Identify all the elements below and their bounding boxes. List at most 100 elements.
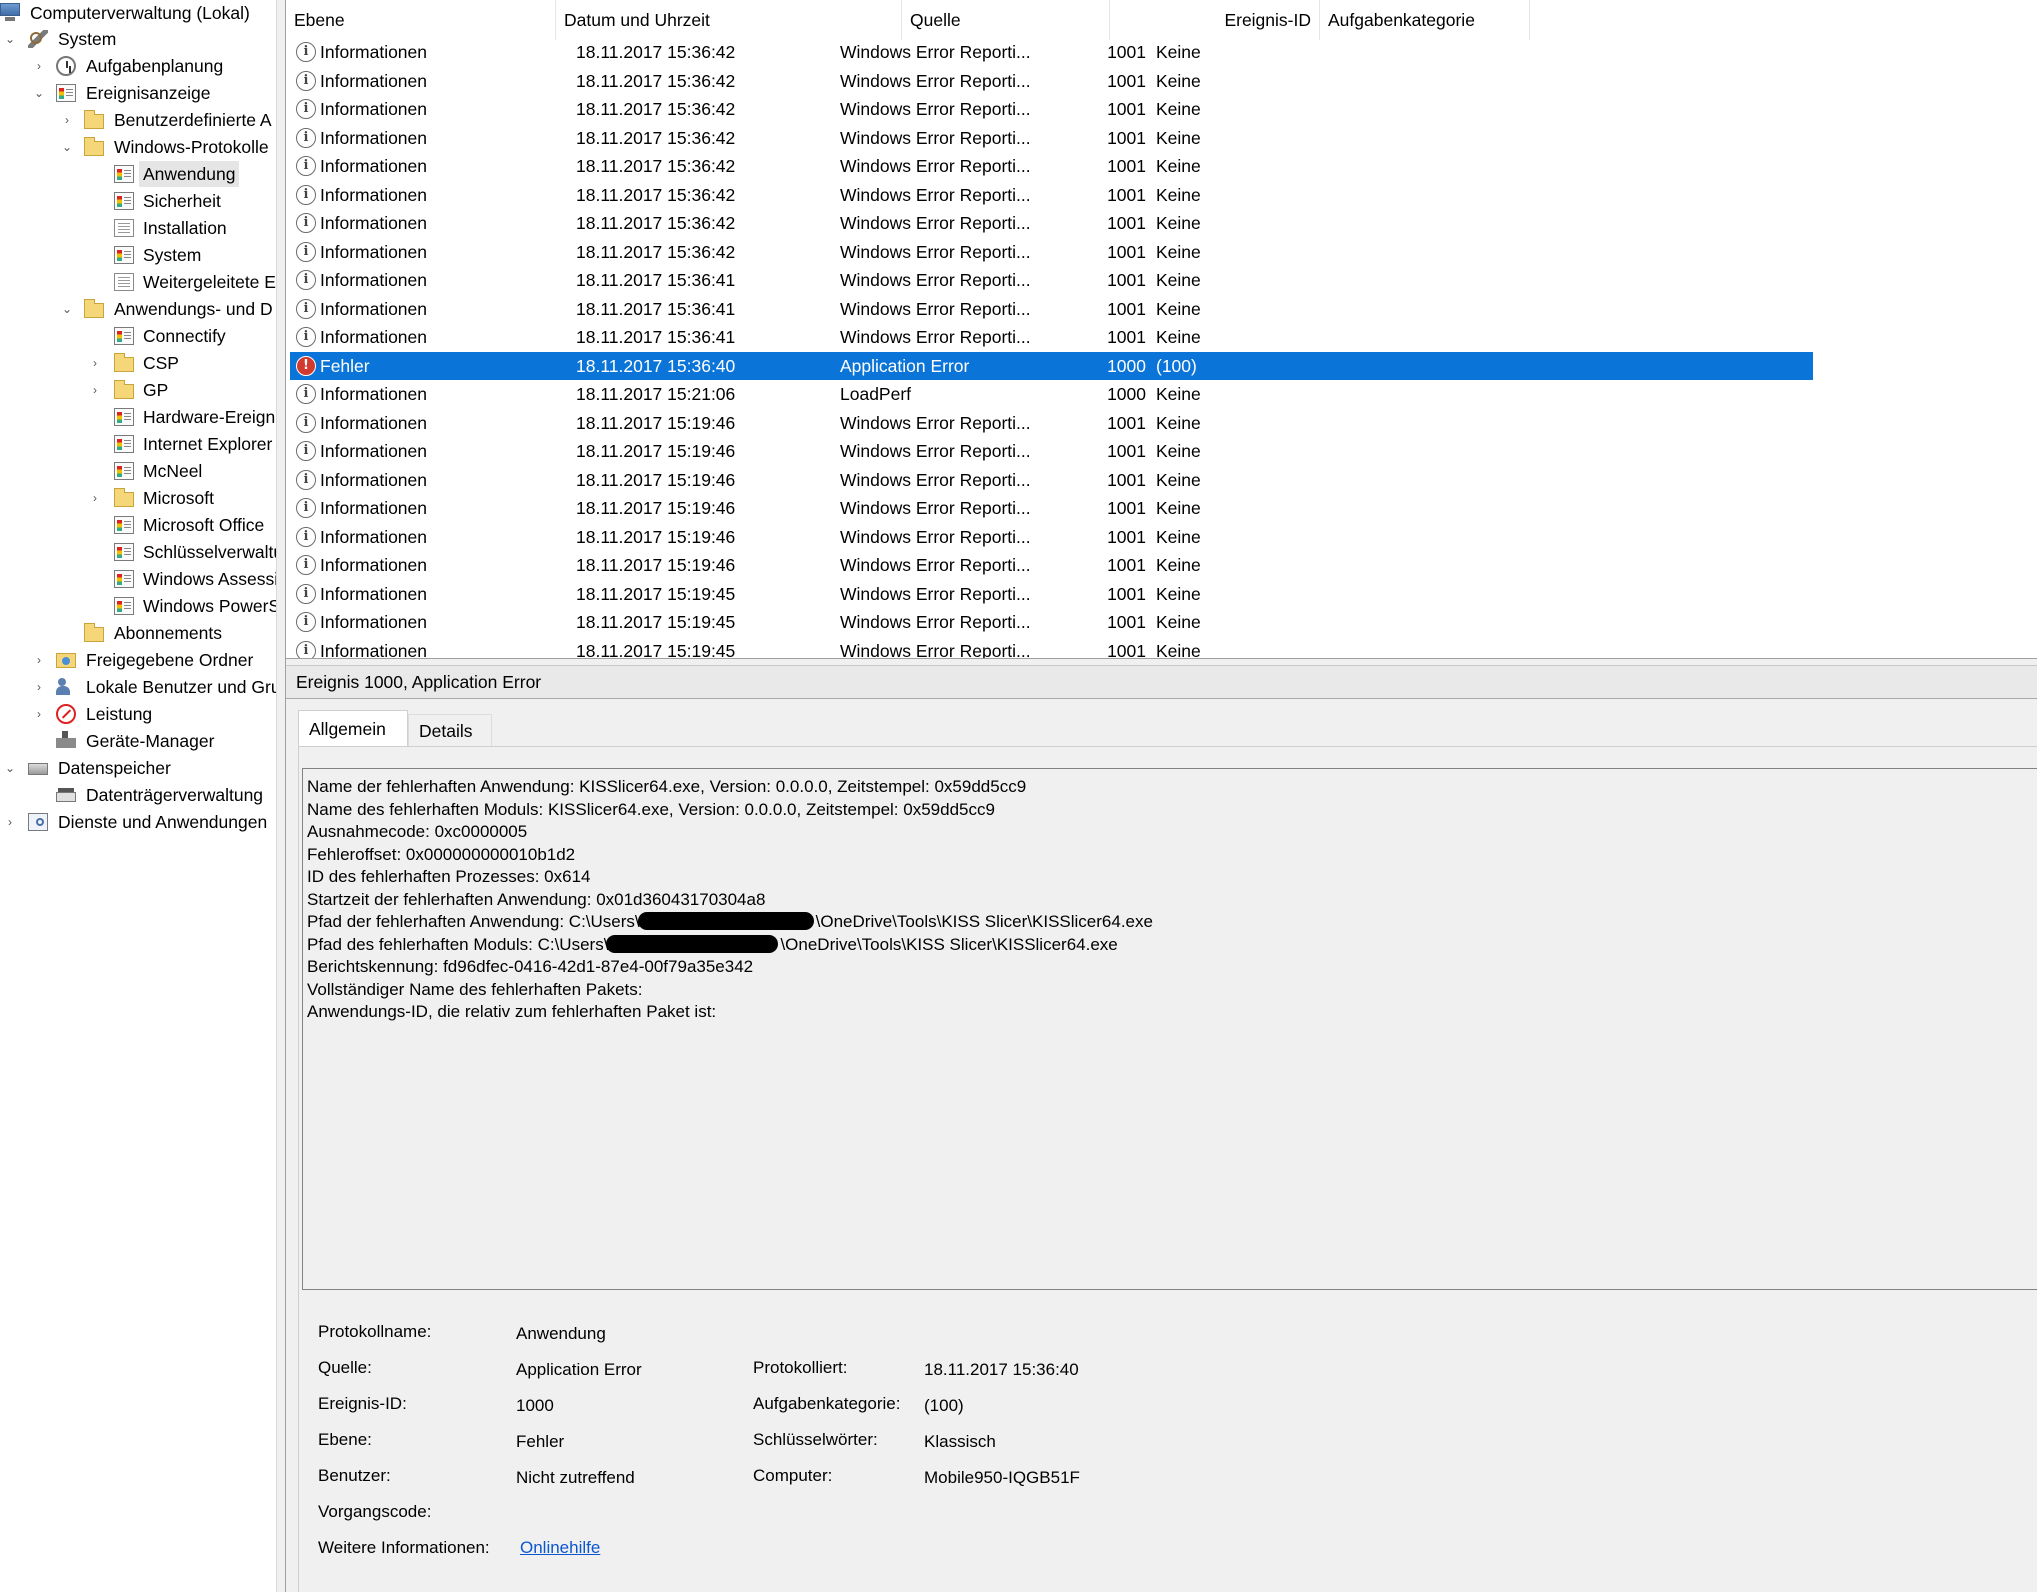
info-icon: i: [296, 526, 316, 547]
column-header-datetime[interactable]: Datum und Uhrzeit: [556, 0, 902, 40]
cell-datetime: 18.11.2017 15:19:46: [576, 412, 736, 433]
column-header-source[interactable]: Quelle: [902, 0, 1110, 40]
message-line: ID des fehlerhaften Prozesses: 0x614: [307, 867, 591, 886]
cell-category: Keine: [1156, 555, 1201, 575]
chevron-right-icon[interactable]: ›: [60, 107, 74, 133]
chevron-right-icon[interactable]: ›: [32, 701, 46, 727]
table-row[interactable]: i Informationen 18.11.2017 15:19:46 Windows…: [290, 551, 1813, 580]
table-row[interactable]: i Informationen 18.11.2017 15:36:42 Windows…: [290, 152, 1813, 181]
event-message-box[interactable]: Name der fehlerhaften Anwendung: KISSlic…: [302, 768, 2037, 1290]
online-help-link[interactable]: Onlinehilfe: [520, 1538, 600, 1558]
cell-event-id: 1001: [1107, 184, 1146, 205]
cell-source: Windows Error Reporti...: [840, 441, 1031, 461]
table-row[interactable]: i Informationen 18.11.2017 15:19:46 Windows…: [290, 466, 1813, 495]
cell-category: Keine: [1156, 498, 1201, 518]
vertical-splitter[interactable]: [276, 0, 286, 1592]
folder-icon: [84, 299, 104, 318]
table-row[interactable]: i Informationen 18.11.2017 15:36:42 Windows…: [290, 124, 1813, 153]
tree-label: Internet Explorer: [143, 434, 273, 454]
cell-category: Keine: [1156, 441, 1201, 461]
table-row[interactable]: i Informationen 18.11.2017 15:36:42 Windows…: [290, 209, 1813, 238]
table-row[interactable]: i Informationen 18.11.2017 15:19:46 Windows…: [290, 494, 1813, 523]
cell-event-id: 1001: [1107, 156, 1146, 176]
table-row[interactable]: i Informationen 18.11.2017 15:36:42 Windows…: [290, 38, 1813, 67]
tree-label: Freigegebene Ordner: [86, 650, 254, 670]
message-line: Ausnahmecode: 0xc0000005: [307, 822, 528, 841]
tab-details[interactable]: Details: [408, 714, 492, 746]
chevron-right-icon[interactable]: ›: [88, 377, 102, 403]
tree-label: Datenspeicher: [58, 758, 171, 778]
chevron-right-icon[interactable]: ›: [32, 53, 46, 79]
log-icon: [114, 543, 134, 561]
storage-icon: [28, 763, 48, 775]
cell-category: Keine: [1156, 298, 1201, 319]
tree-label: Datenträgerverwaltung: [86, 785, 264, 805]
cell-level: Informationen: [320, 70, 428, 91]
cell-datetime: 18.11.2017 15:19:45: [576, 640, 736, 659]
table-row[interactable]: i Informationen 18.11.2017 15:36:42 Windows…: [290, 95, 1813, 124]
table-row[interactable]: i Informationen 18.11.2017 15:19:46 Windows…: [290, 523, 1813, 552]
table-row[interactable]: i Informationen 18.11.2017 15:19:46 Windows…: [290, 437, 1813, 466]
prop-label-logged: Protokolliert:: [753, 1358, 848, 1377]
log-icon: [114, 570, 134, 588]
folder-icon: [114, 488, 134, 507]
table-row[interactable]: ! Fehler 18.11.2017 15:36:40 Application Er…: [290, 351, 1813, 380]
info-icon: i: [296, 213, 316, 233]
cell-datetime: 18.11.2017 15:36:41: [576, 327, 736, 347]
tree-label: McNeel: [143, 461, 203, 481]
cell-level: Informationen: [320, 241, 428, 262]
message-line: Startzeit der fehlerhaften Anwendung: 0x…: [307, 889, 766, 909]
cell-event-id: 1001: [1107, 127, 1146, 148]
column-header-category[interactable]: Aufgabenkategorie: [1320, 0, 1530, 40]
event-list: Ebene Datum und Uhrzeit Quelle Ereignis-…: [286, 0, 2037, 658]
tree-label: System: [143, 245, 202, 265]
cell-event-id: 1001: [1107, 270, 1146, 290]
tab-general[interactable]: Allgemein: [298, 710, 408, 748]
prop-label-more-info: Weitere Informationen:: [318, 1538, 490, 1557]
message-line: Berichtskennung: fd96dfec-0416-42d1-87e4…: [307, 957, 754, 976]
tree-label: Ereignisanzeige: [86, 83, 211, 103]
chevron-right-icon[interactable]: ›: [88, 485, 102, 511]
chevron-down-icon[interactable]: ⌄: [3, 26, 17, 52]
info-icon: i: [296, 99, 316, 119]
table-row[interactable]: i Informationen 18.11.2017 15:36:41 Windows…: [290, 266, 1813, 295]
prop-value-source: Application Error: [516, 1360, 642, 1379]
chevron-right-icon[interactable]: ›: [3, 809, 17, 835]
chevron-right-icon[interactable]: ›: [32, 674, 46, 700]
cell-level: Informationen: [320, 498, 428, 518]
table-row[interactable]: i Informationen 18.11.2017 15:36:42 Windows…: [290, 67, 1813, 96]
log-icon: [114, 246, 134, 264]
performance-icon: [56, 704, 76, 724]
prop-value-logged: 18.11.2017 15:36:40: [924, 1360, 1079, 1379]
prop-value-level: Fehler: [516, 1432, 565, 1451]
column-header-level[interactable]: Ebene: [286, 0, 556, 40]
error-icon: !: [296, 355, 316, 376]
table-row[interactable]: i Informationen 18.11.2017 15:19:45 Windows…: [290, 608, 1813, 637]
chevron-right-icon[interactable]: ›: [32, 647, 46, 673]
table-row[interactable]: i Informationen 18.11.2017 15:36:42 Windows…: [290, 238, 1813, 267]
log-icon: [114, 273, 134, 291]
cell-category: Keine: [1156, 70, 1201, 91]
table-row[interactable]: i Informationen 18.11.2017 15:19:46 Windows…: [290, 409, 1813, 438]
table-row[interactable]: i Informationen 18.11.2017 15:19:45 Windows…: [290, 637, 1813, 659]
chevron-down-icon[interactable]: ⌄: [32, 80, 46, 106]
cell-source: Windows Error Reporti...: [840, 612, 1031, 632]
clock-icon: [56, 56, 76, 76]
column-header-event-id[interactable]: Ereignis-ID: [1110, 0, 1320, 40]
chevron-down-icon[interactable]: ⌄: [60, 134, 74, 160]
message-line: Name der fehlerhaften Anwendung: KISSlic…: [307, 777, 1027, 796]
horizontal-splitter[interactable]: [286, 658, 2037, 666]
chevron-down-icon[interactable]: ⌄: [3, 755, 17, 781]
cell-level: Informationen: [320, 526, 428, 547]
table-row[interactable]: i Informationen 18.11.2017 15:36:41 Windows…: [290, 323, 1813, 352]
tools-icon: [28, 30, 48, 48]
table-row[interactable]: i Informationen 18.11.2017 15:36:41 Windows…: [290, 295, 1813, 324]
chevron-right-icon[interactable]: ›: [88, 350, 102, 376]
chevron-down-icon[interactable]: ⌄: [60, 296, 74, 322]
cell-datetime: 18.11.2017 15:19:46: [576, 555, 736, 575]
cell-source: Windows Error Reporti...: [840, 241, 1031, 262]
info-icon: i: [296, 327, 316, 347]
table-row[interactable]: i Informationen 18.11.2017 15:36:42 Windows…: [290, 181, 1813, 210]
table-row[interactable]: i Informationen 18.11.2017 15:19:45 Windows…: [290, 580, 1813, 609]
table-row[interactable]: i Informationen 18.11.2017 15:21:06 LoadPer…: [290, 380, 1813, 409]
